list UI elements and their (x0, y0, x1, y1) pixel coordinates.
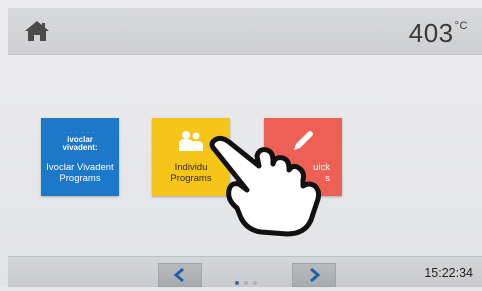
temperature-unit: °C (454, 20, 468, 32)
clock: 15:22:34 (424, 266, 473, 280)
people-icon (179, 131, 203, 151)
header-bar: 403°C (8, 8, 482, 55)
next-page-button[interactable] (292, 263, 336, 287)
tile-label-line1: Ivoclar Vivadent (46, 162, 114, 173)
home-icon[interactable] (24, 20, 50, 42)
oven-screen: 403°C · · · · · · ivoclar vivadent: Ivoc… (0, 0, 482, 287)
tile-label-line2: Programs (59, 173, 101, 184)
temperature-display: 403°C (409, 18, 468, 49)
page-dot-active (235, 281, 239, 285)
page-dot (253, 281, 257, 285)
temperature-value: 403 (408, 18, 454, 48)
previous-page-button[interactable] (158, 263, 202, 287)
logo-line2: vivadent: (62, 143, 98, 152)
chevron-right-icon (310, 267, 321, 283)
footer-bar: 15:22:34 (8, 256, 482, 287)
ivoclar-vivadent-logo: ivoclar vivadent: (41, 136, 119, 152)
chevron-left-icon (173, 267, 184, 283)
ivoclar-vivadent-programs-button[interactable]: · · · · · · ivoclar vivadent: Ivoclar Vi… (41, 118, 119, 196)
page-indicator (235, 272, 262, 290)
pointing-hand-icon (209, 135, 322, 237)
tile-label: Ivoclar Vivadent Programs (41, 162, 119, 184)
page-dot (244, 281, 248, 285)
